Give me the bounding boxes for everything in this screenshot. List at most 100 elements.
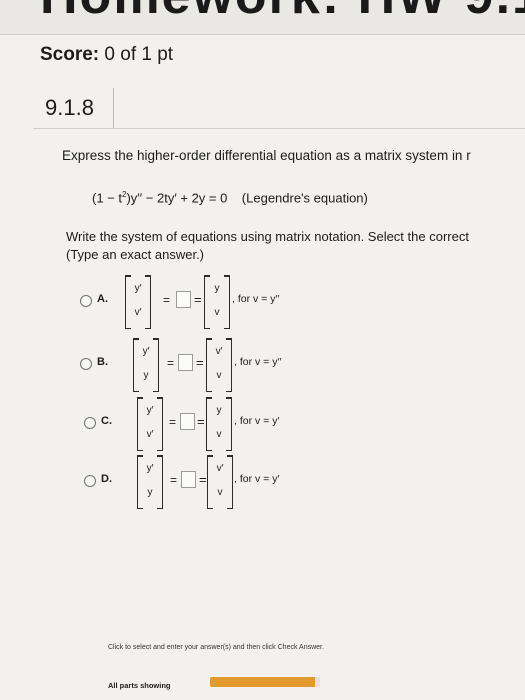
parts-showing-label: All parts showing [108, 681, 171, 690]
equation-name: (Legendre's equation) [241, 190, 368, 206]
operator-sign: = [196, 355, 204, 370]
bracket-cap [226, 449, 231, 451]
bracket-cap [227, 455, 232, 457]
option-c-lhs-vector: y′ v′ [137, 397, 163, 451]
bracket-cap [157, 397, 162, 399]
bracket-cap [205, 275, 210, 277]
option-a-matrix-input[interactable] [176, 291, 191, 308]
bracket-cap [157, 449, 162, 451]
option-a-letter: A. [97, 293, 108, 305]
option-b-letter: B. [97, 356, 108, 368]
divider [113, 128, 525, 129]
bracket-cap [153, 338, 158, 340]
score-value: 0 of 1 pt [104, 44, 174, 65]
bracket-cap [226, 390, 231, 392]
lhs-bottom: v′ [134, 307, 142, 318]
option-d[interactable]: D. y′ y = = v′ v , for v = y′ [84, 455, 414, 515]
option-a[interactable]: A. y′ v′ = = y v , for v = y′′ [80, 275, 410, 335]
equals-sign: = [163, 293, 171, 307]
differential-equation: (1 − t2)y′′ − 2ty′ + 2y = 0 (Legendre's … [92, 190, 368, 205]
option-a-rhs-vector: y v [204, 275, 230, 329]
equation-rest: )y′′ − 2ty′ + 2y = 0 [126, 190, 228, 206]
score-display: Score: 0 of 1 pt [40, 44, 173, 66]
page-header: Homework: HW 9.1 [0, 0, 525, 35]
option-c-letter: C. [101, 415, 112, 427]
bracket-cap [208, 507, 213, 509]
option-a-condition: , for v = y′′ [232, 293, 280, 305]
parts-progress-bar [210, 677, 320, 687]
option-c-matrix-input[interactable] [180, 413, 195, 430]
bracket-cap [138, 397, 143, 399]
bracket-cap [153, 390, 158, 392]
bracket-cap [208, 455, 213, 457]
bracket-cap [134, 338, 139, 340]
lhs-bottom: v′ [146, 429, 154, 440]
option-d-radio[interactable] [84, 475, 96, 487]
question-number: 9.1.8 [45, 95, 94, 120]
bracket-cap [157, 507, 162, 509]
bracket-cap [224, 275, 229, 277]
option-a-lhs-vector: y′ v′ [125, 275, 151, 329]
option-b-lhs-vector: y′ y [133, 338, 159, 392]
equals-sign: = [167, 356, 175, 370]
bracket-cap [138, 449, 143, 451]
rhs-top: y [216, 405, 222, 416]
bracket-cap [226, 397, 231, 399]
question-number-tab: 9.1.8 [33, 88, 114, 129]
rhs-bottom: v [217, 487, 223, 498]
option-d-lhs-vector: y′ y [137, 455, 163, 509]
bracket-cap [145, 275, 150, 277]
lhs-top: y′ [146, 463, 154, 474]
option-d-matrix-input[interactable] [181, 471, 196, 488]
lhs-bottom: y [143, 370, 149, 381]
option-c-condition: , for v = y′ [234, 415, 280, 427]
bracket-cap [207, 397, 212, 399]
option-c[interactable]: C. y′ v′ = = y v , for v = y′ [84, 397, 414, 457]
option-b-condition: , for v = y′′ [234, 356, 282, 368]
bracket-cap [224, 327, 229, 329]
equals-sign: = [169, 415, 177, 429]
bracket-cap [227, 507, 232, 509]
bracket-cap [205, 327, 210, 329]
equals-sign: = [170, 473, 178, 487]
rhs-bottom: v [214, 307, 220, 318]
option-d-letter: D. [101, 473, 112, 485]
question-prompt: Express the higher-order differential eq… [62, 148, 471, 163]
lhs-bottom: y [147, 487, 153, 498]
option-b-radio[interactable] [80, 358, 92, 370]
bracket-cap [207, 338, 212, 340]
equation-main: (1 − t [92, 190, 122, 206]
operator-sign: = [197, 414, 205, 429]
bracket-cap [207, 449, 212, 451]
operator-sign: = [199, 472, 207, 487]
lhs-top: y′ [134, 283, 142, 294]
bracket-cap [126, 327, 131, 329]
lhs-top: y′ [146, 405, 154, 416]
option-c-rhs-vector: y v [206, 397, 232, 451]
type-hint: (Type an exact answer.) [66, 247, 205, 262]
footer-instruction: Click to select and enter your answer(s)… [108, 644, 324, 651]
bracket-cap [126, 275, 131, 277]
option-a-radio[interactable] [80, 295, 92, 307]
rhs-top: v′ [215, 346, 223, 357]
bracket-cap [157, 455, 162, 457]
homework-title: Homework: HW 9.1 [40, 0, 525, 26]
instruction-text: Write the system of equations using matr… [66, 229, 469, 244]
option-b[interactable]: B. y′ y = = v′ v , for v = y′′ [80, 338, 410, 398]
bracket-cap [138, 455, 143, 457]
rhs-top: v′ [216, 463, 224, 474]
option-d-condition: , for v = y′ [234, 473, 280, 485]
operator-sign: = [194, 292, 202, 307]
bracket-cap [134, 390, 139, 392]
option-c-radio[interactable] [84, 417, 96, 429]
bracket-cap [138, 507, 143, 509]
bracket-cap [145, 327, 150, 329]
option-b-matrix-input[interactable] [178, 354, 193, 371]
bracket-cap [207, 390, 212, 392]
option-b-rhs-vector: v′ v [206, 338, 232, 392]
lhs-top: y′ [142, 346, 150, 357]
option-d-rhs-vector: v′ v [207, 455, 233, 509]
rhs-top: y [214, 283, 220, 294]
rhs-bottom: v [216, 370, 222, 381]
rhs-bottom: v [216, 429, 222, 440]
